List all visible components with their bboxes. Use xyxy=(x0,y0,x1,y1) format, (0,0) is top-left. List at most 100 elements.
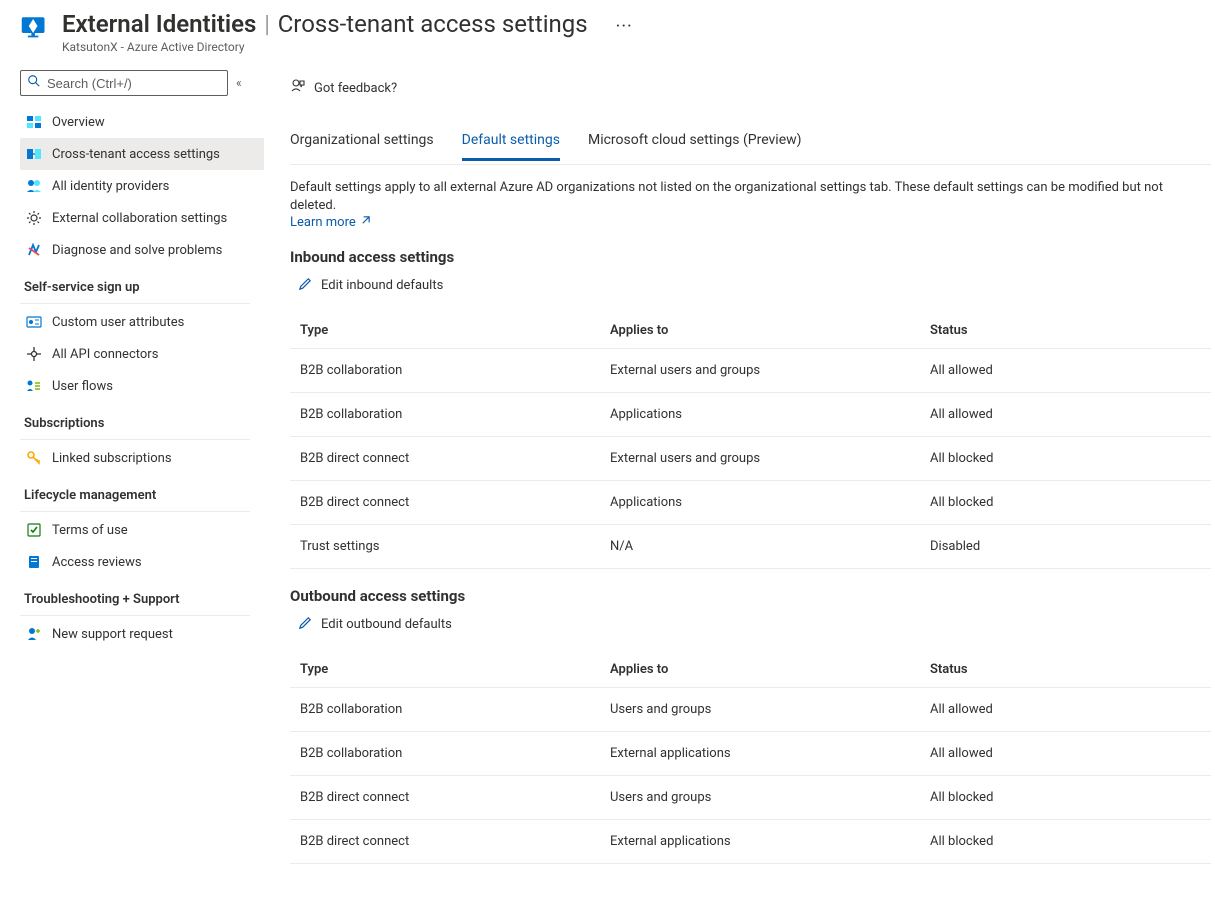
cell-type: B2B collaboration xyxy=(290,702,610,717)
table-row[interactable]: B2B direct connectApplicationsAll blocke… xyxy=(290,481,1211,525)
breadcrumb: KatsutonX - Azure Active Directory xyxy=(62,40,633,54)
sidebar-item-label: Custom user attributes xyxy=(52,315,184,330)
cell-status: All blocked xyxy=(930,790,1211,805)
table-row[interactable]: B2B collaborationExternal applicationsAl… xyxy=(290,732,1211,776)
more-button[interactable]: ··· xyxy=(592,16,633,37)
feedback-button[interactable]: Got feedback? xyxy=(290,72,1211,124)
user-flows-icon xyxy=(26,378,42,394)
sidebar-item-support[interactable]: New support request xyxy=(20,618,264,650)
sidebar-section-selfservice: Self-service sign up xyxy=(20,266,264,301)
page-title: External Identities xyxy=(62,10,256,38)
table-row[interactable]: B2B collaborationExternal users and grou… xyxy=(290,349,1211,393)
sidebar-item-label: New support request xyxy=(52,627,173,642)
page-subtitle: Cross-tenant access settings xyxy=(278,10,588,38)
sidebar-section-lifecycle: Lifecycle management xyxy=(20,474,264,509)
edit-inbound-label: Edit inbound defaults xyxy=(321,278,443,293)
column-header-type: Type xyxy=(290,323,610,338)
table-row[interactable]: B2B direct connectExternal users and gro… xyxy=(290,437,1211,481)
table-row[interactable]: Trust settingsN/ADisabled xyxy=(290,525,1211,569)
sidebar-item-label: All identity providers xyxy=(52,179,169,194)
sidebar-item-label: Diagnose and solve problems xyxy=(52,243,222,258)
cell-status: All allowed xyxy=(930,407,1211,422)
tab-organizational[interactable]: Organizational settings xyxy=(290,124,434,161)
sidebar-item-api-connectors[interactable]: All API connectors xyxy=(20,338,264,370)
cell-applies: External applications xyxy=(610,746,930,761)
sidebar-item-label: Access reviews xyxy=(52,555,142,570)
azure-ad-icon xyxy=(20,12,48,40)
tab-microsoft-cloud[interactable]: Microsoft cloud settings (Preview) xyxy=(588,124,802,161)
tab-default[interactable]: Default settings xyxy=(462,124,560,161)
feedback-label: Got feedback? xyxy=(314,81,397,96)
table-row[interactable]: B2B direct connectExternal applicationsA… xyxy=(290,820,1211,864)
sidebar-item-label: Terms of use xyxy=(52,523,128,538)
sidebar-item-label: External collaboration settings xyxy=(52,211,227,226)
cell-status: All allowed xyxy=(930,702,1211,717)
sidebar-item-custom-attrs[interactable]: Custom user attributes xyxy=(20,306,264,338)
description-text: Default settings apply to all external A… xyxy=(290,179,1211,215)
cell-applies: External users and groups xyxy=(610,451,930,466)
pencil-icon xyxy=(298,615,313,634)
overview-icon xyxy=(26,114,42,130)
outbound-section-title: Outbound access settings xyxy=(290,587,1211,605)
table-row[interactable]: B2B collaborationUsers and groupsAll all… xyxy=(290,688,1211,732)
cell-type: Trust settings xyxy=(290,539,610,554)
cell-applies: Users and groups xyxy=(610,790,930,805)
diagnose-icon xyxy=(26,242,42,258)
cross-tenant-icon xyxy=(26,146,42,162)
user-attributes-icon xyxy=(26,314,42,330)
search-input[interactable] xyxy=(47,76,221,91)
cell-type: B2B direct connect xyxy=(290,790,610,805)
title-separator: | xyxy=(260,10,273,38)
cell-status: Disabled xyxy=(930,539,1211,554)
column-header-applies: Applies to xyxy=(610,323,930,338)
sidebar-item-diagnose[interactable]: Diagnose and solve problems xyxy=(20,234,264,266)
key-icon xyxy=(26,450,42,466)
external-link-icon xyxy=(360,215,371,230)
cell-status: All allowed xyxy=(930,363,1211,378)
cell-status: All blocked xyxy=(930,495,1211,510)
pencil-icon xyxy=(298,276,313,295)
table-row[interactable]: B2B direct connectUsers and groupsAll bl… xyxy=(290,776,1211,820)
outbound-table: Type Applies to Status B2B collaboration… xyxy=(290,652,1211,864)
cell-type: B2B collaboration xyxy=(290,746,610,761)
cell-applies: Users and groups xyxy=(610,702,930,717)
cell-type: B2B direct connect xyxy=(290,451,610,466)
tabs: Organizational settings Default settings… xyxy=(290,124,1211,161)
search-icon xyxy=(27,74,41,92)
cell-type: B2B collaboration xyxy=(290,363,610,378)
feedback-icon xyxy=(290,78,306,98)
sidebar-section-subscriptions: Subscriptions xyxy=(20,402,264,437)
sidebar-item-overview[interactable]: Overview xyxy=(20,106,264,138)
sidebar-item-identity-providers[interactable]: All identity providers xyxy=(20,170,264,202)
page-header: External Identities | Cross-tenant acces… xyxy=(0,0,1215,60)
cell-type: B2B collaboration xyxy=(290,407,610,422)
search-input-wrapper xyxy=(20,70,228,96)
collapse-sidebar-icon[interactable]: « xyxy=(236,76,242,90)
support-icon xyxy=(26,626,42,642)
cell-type: B2B direct connect xyxy=(290,834,610,849)
inbound-section-title: Inbound access settings xyxy=(290,248,1211,266)
sidebar-item-cross-tenant[interactable]: Cross-tenant access settings xyxy=(20,138,264,170)
cell-applies: N/A xyxy=(610,539,930,554)
table-row[interactable]: B2B collaborationApplicationsAll allowed xyxy=(290,393,1211,437)
sidebar-item-user-flows[interactable]: User flows xyxy=(20,370,264,402)
edit-inbound-link[interactable]: Edit inbound defaults xyxy=(290,276,443,295)
cell-type: B2B direct connect xyxy=(290,495,610,510)
main-content: Got feedback? Organizational settings De… xyxy=(264,60,1215,884)
sidebar-item-external-collab[interactable]: External collaboration settings xyxy=(20,202,264,234)
learn-more-link[interactable]: Learn more xyxy=(290,215,371,230)
column-header-status: Status xyxy=(930,662,1211,677)
sidebar-item-label: Overview xyxy=(52,115,105,130)
sidebar-item-label: User flows xyxy=(52,379,113,394)
gear-icon xyxy=(26,210,42,226)
learn-more-label: Learn more xyxy=(290,215,356,230)
sidebar-item-terms[interactable]: Terms of use xyxy=(20,514,264,546)
cell-applies: Applications xyxy=(610,407,930,422)
cell-status: All blocked xyxy=(930,834,1211,849)
cell-status: All blocked xyxy=(930,451,1211,466)
sidebar-item-linked-subs[interactable]: Linked subscriptions xyxy=(20,442,264,474)
edit-outbound-link[interactable]: Edit outbound defaults xyxy=(290,615,452,634)
cell-applies: Applications xyxy=(610,495,930,510)
sidebar-item-reviews[interactable]: Access reviews xyxy=(20,546,264,578)
inbound-table: Type Applies to Status B2B collaboration… xyxy=(290,313,1211,569)
